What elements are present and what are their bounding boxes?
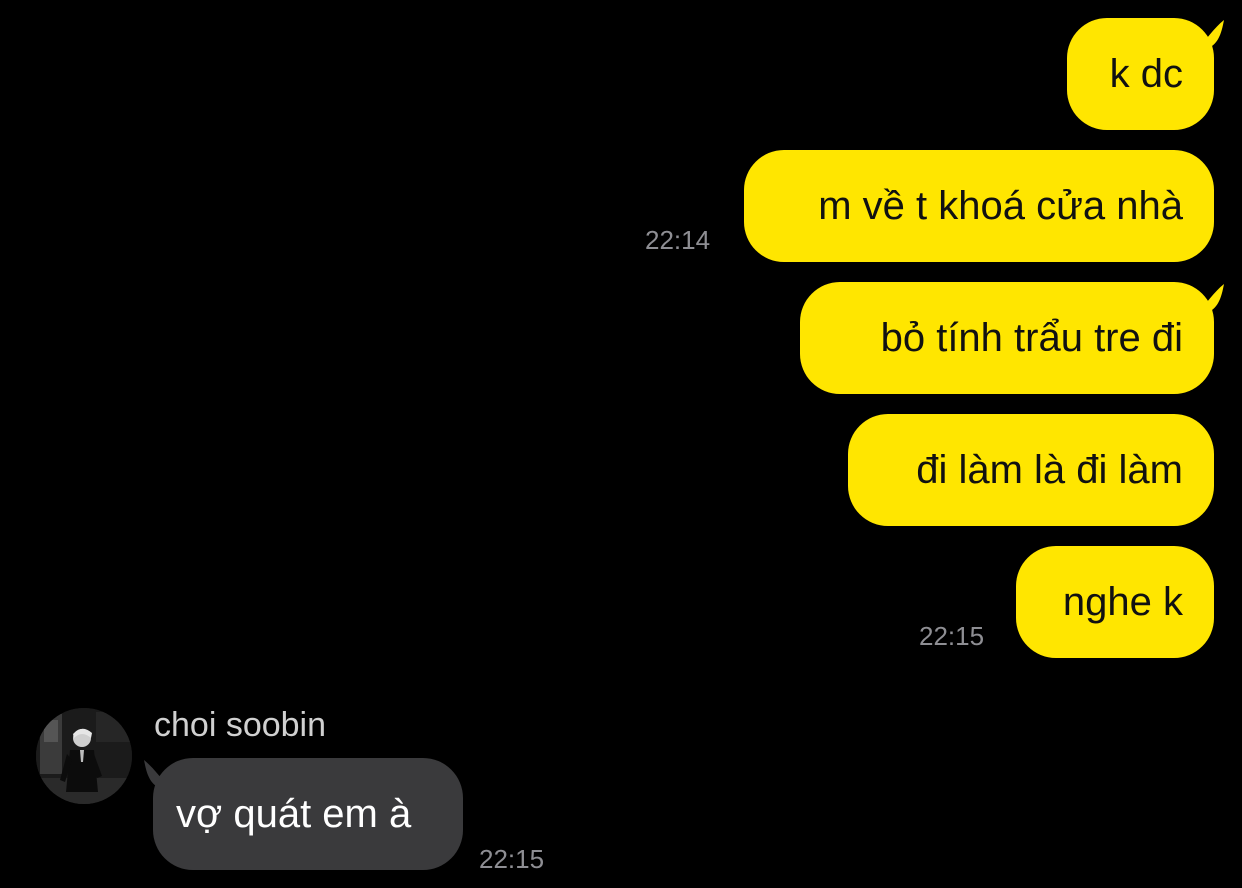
sender-name: choi soobin: [154, 706, 327, 744]
bubble-tail-icon: [1200, 20, 1224, 46]
message-text: vợ quát em à: [176, 791, 412, 836]
message-text: nghe k: [1062, 579, 1183, 624]
bubble-tail-icon: [144, 760, 168, 786]
outgoing-message[interactable]: bỏ tính trẩu tre đi: [800, 282, 1214, 394]
outgoing-message[interactable]: m về t khoá cửa nhà: [744, 150, 1214, 262]
message-text: đi làm là đi làm: [916, 447, 1183, 492]
message-text: bỏ tính trẩu tre đi: [880, 315, 1183, 360]
incoming-message[interactable]: vợ quát em à: [153, 758, 463, 870]
message-timestamp: 22:14: [645, 225, 711, 255]
message-text: k dc: [1109, 51, 1183, 96]
bubble-tail-icon: [1200, 284, 1224, 310]
outgoing-message[interactable]: nghe k: [1016, 546, 1214, 658]
message-timestamp: 22:15: [479, 844, 545, 874]
profile-photo-icon: [36, 708, 132, 804]
message-timestamp: 22:15: [919, 621, 985, 651]
message-text: m về t khoá cửa nhà: [818, 183, 1183, 228]
outgoing-message[interactable]: đi làm là đi làm: [848, 414, 1214, 526]
outgoing-message[interactable]: k dc: [1067, 18, 1214, 130]
avatar[interactable]: [36, 708, 132, 804]
